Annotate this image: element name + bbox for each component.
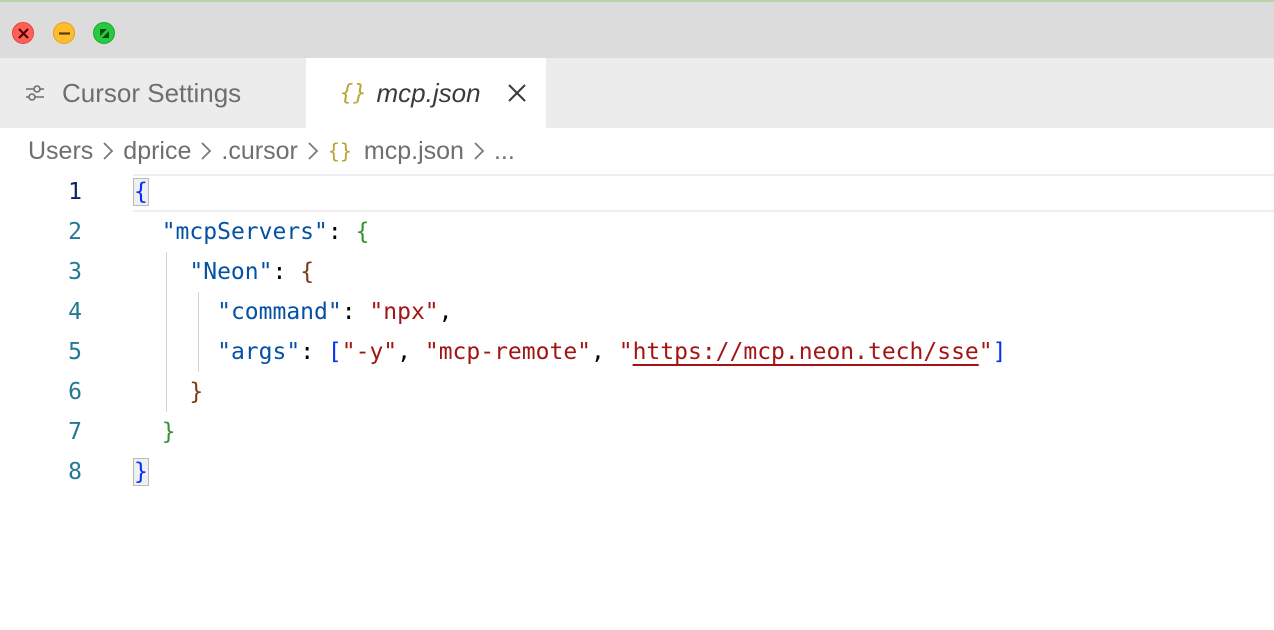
code-content: "Neon": { xyxy=(134,252,314,292)
code-line: 8 } xyxy=(0,452,1274,492)
line-number: 8 xyxy=(68,459,82,485)
bracket: [ xyxy=(327,339,342,365)
brace: } xyxy=(189,379,204,405)
chevron-right-icon xyxy=(201,142,212,160)
colon: : xyxy=(327,219,356,245)
url-link[interactable]: https://mcp.neon.tech/sse xyxy=(633,339,979,365)
tab-mcp-json[interactable]: {} mcp.json xyxy=(306,58,546,128)
line-number: 2 xyxy=(68,219,82,245)
breadcrumb-item-mcp-json[interactable]: mcp.json xyxy=(364,137,464,166)
json-key: "mcpServers" xyxy=(161,219,328,245)
close-tab-icon[interactable] xyxy=(506,82,528,104)
code-line: 3 "Neon": { xyxy=(0,252,1274,292)
json-key: "Neon" xyxy=(189,259,273,285)
minimize-icon xyxy=(59,32,70,35)
code-line: 7 } xyxy=(0,412,1274,452)
chevron-right-icon xyxy=(308,142,319,160)
chevron-right-icon xyxy=(474,142,485,160)
chevron-right-icon xyxy=(103,142,114,160)
close-icon xyxy=(18,28,29,39)
maximize-icon xyxy=(100,29,109,38)
code-line: 6 } xyxy=(0,372,1274,412)
json-braces-icon: {} xyxy=(327,139,352,163)
maximize-window-button[interactable] xyxy=(93,22,115,44)
code-content: } xyxy=(133,452,149,492)
brace: } xyxy=(161,419,176,445)
code-editor[interactable]: 1 { 2 "mcpServers": { 3 "Neon": { 4 "com… xyxy=(0,172,1274,630)
code-content: "mcpServers": { xyxy=(134,212,370,252)
quote: " xyxy=(618,339,633,365)
colon: : xyxy=(272,259,301,285)
close-window-button[interactable] xyxy=(12,22,34,44)
line-number: 4 xyxy=(68,299,82,325)
json-key: "command" xyxy=(217,299,342,325)
line-number: 6 xyxy=(68,379,82,405)
breadcrumb-item-ellipsis[interactable]: ... xyxy=(494,137,515,166)
colon: : xyxy=(341,299,370,325)
brace: { xyxy=(300,259,315,285)
title-bar xyxy=(0,0,1274,58)
json-key: "args" xyxy=(217,339,301,365)
tab-bar: Cursor Settings {} mcp.json xyxy=(0,58,1274,128)
code-line: 5 "args": ["-y", "mcp-remote", "https://… xyxy=(0,332,1274,372)
json-string: "mcp-remote" xyxy=(424,339,592,365)
line-number: 5 xyxy=(68,339,82,365)
code-line: 1 { xyxy=(0,172,1274,212)
comma: , xyxy=(438,299,453,325)
code-line: 2 "mcpServers": { xyxy=(0,212,1274,252)
colon: : xyxy=(300,339,328,365)
comma: , xyxy=(397,339,425,365)
breadcrumb-item-cursor[interactable]: .cursor xyxy=(221,137,297,166)
sliders-icon xyxy=(26,85,44,101)
line-number: 7 xyxy=(68,419,82,445)
json-string: "-y" xyxy=(341,339,398,365)
tab-label: Cursor Settings xyxy=(62,77,242,108)
brace: } xyxy=(133,458,149,486)
json-braces-icon: {} xyxy=(340,80,367,106)
tab-cursor-settings[interactable]: Cursor Settings xyxy=(0,58,306,128)
brace: { xyxy=(355,219,370,245)
comma: , xyxy=(591,339,619,365)
breadcrumb: Users dprice .cursor {} mcp.json ... xyxy=(28,131,515,171)
code-content: } xyxy=(134,412,176,452)
breadcrumb-item-dprice[interactable]: dprice xyxy=(123,137,191,166)
line-number: 1 xyxy=(68,179,82,205)
quote: " xyxy=(978,339,993,365)
tab-label: mcp.json xyxy=(376,77,481,108)
code-content: "args": ["-y", "mcp-remote", "https://mc… xyxy=(134,332,1006,372)
brace: { xyxy=(133,178,149,206)
bracket: ] xyxy=(992,339,1007,365)
minimize-window-button[interactable] xyxy=(53,22,75,44)
json-string: "npx" xyxy=(369,299,439,325)
code-line: 4 "command": "npx", xyxy=(0,292,1274,332)
breadcrumb-item-users[interactable]: Users xyxy=(28,137,93,166)
code-content: { xyxy=(133,172,149,212)
code-content: "command": "npx", xyxy=(134,292,453,332)
line-number: 3 xyxy=(68,259,82,285)
code-content: } xyxy=(134,372,203,412)
